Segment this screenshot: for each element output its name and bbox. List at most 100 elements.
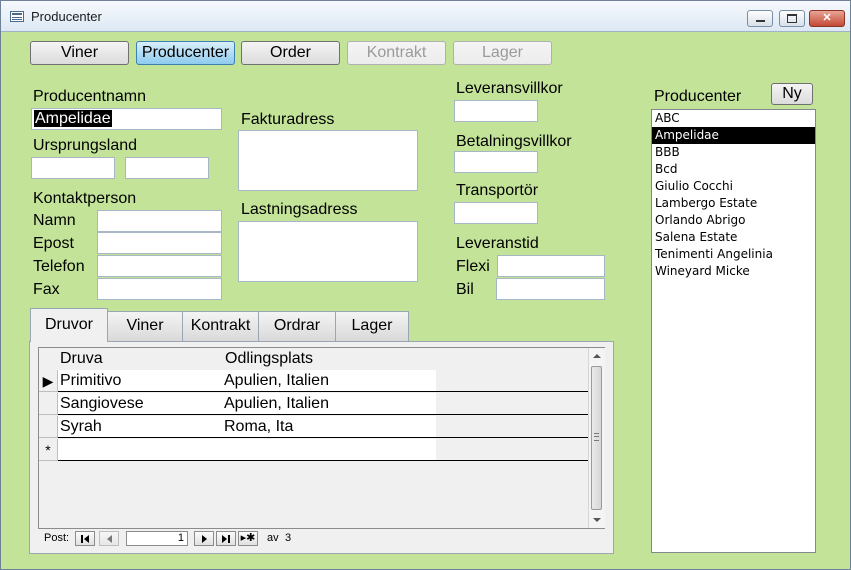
leveransvillkor-field[interactable] — [454, 100, 538, 122]
column-header-druva[interactable]: Druva — [60, 350, 103, 368]
namn-label: Namn — [33, 212, 76, 229]
viner-button[interactable]: Viner — [30, 41, 129, 65]
ursprungsland-field-2[interactable] — [125, 157, 209, 179]
first-record-button[interactable] — [75, 531, 95, 546]
table-row: Sangiovese Apulien, Italien — [39, 393, 589, 416]
tab-lager[interactable]: Lager — [335, 311, 409, 341]
namn-field[interactable] — [97, 210, 222, 232]
new-record-nav-icon: ▸✱ — [240, 532, 256, 544]
betalningsvillkor-field[interactable] — [454, 151, 538, 173]
tab-druvor[interactable]: Druvor — [30, 308, 108, 342]
list-item[interactable]: Giulio Cocchi — [652, 178, 815, 195]
odlingsplats-cell[interactable] — [222, 439, 436, 461]
telefon-field[interactable] — [97, 255, 222, 277]
flexi-field[interactable] — [497, 255, 605, 277]
telefon-label: Telefon — [33, 258, 85, 275]
new-record-icon[interactable]: * — [39, 439, 58, 461]
list-item[interactable]: Orlando Abrigo — [652, 212, 815, 229]
transportor-field[interactable] — [454, 202, 538, 224]
producenter-window: Producenter ✕ Viner Producenter Order Ko… — [0, 0, 851, 570]
odlingsplats-cell[interactable]: Apulien, Italien — [222, 393, 436, 415]
close-icon: ✕ — [822, 12, 832, 24]
list-item[interactable]: ABC — [652, 110, 815, 127]
new-record-button[interactable]: ▸✱ — [238, 531, 258, 546]
druva-cell[interactable] — [58, 439, 242, 461]
kontaktperson-label: Kontaktperson — [33, 190, 137, 207]
betalningsvillkor-label: Betalningsvillkor — [456, 133, 572, 150]
ursprungsland-field[interactable] — [31, 157, 115, 179]
producentnamn-value: Ampelidae — [34, 110, 112, 127]
record-selector[interactable] — [39, 393, 58, 415]
scroll-down-icon[interactable] — [593, 518, 601, 522]
producentnamn-label: Producentnamn — [33, 88, 146, 105]
leveranstid-label: Leveranstid — [456, 235, 539, 252]
fax-field[interactable] — [97, 278, 222, 300]
maximize-icon — [787, 13, 797, 23]
record-selector[interactable] — [39, 416, 58, 438]
of-label: av — [267, 532, 279, 544]
transportor-label: Transportör — [456, 182, 539, 199]
current-record-field[interactable]: 1 — [126, 531, 188, 546]
current-record-icon[interactable]: ▶ — [39, 370, 58, 392]
list-item[interactable]: Lambergo Estate — [652, 195, 815, 212]
previous-record-button[interactable] — [99, 531, 119, 546]
odlingsplats-cell[interactable]: Roma, Ita — [222, 416, 436, 438]
tab-viner[interactable]: Viner — [107, 311, 183, 341]
druva-cell[interactable]: Primitivo — [58, 370, 242, 392]
next-record-icon — [202, 535, 207, 543]
fakturadress-field[interactable] — [238, 130, 418, 191]
record-label: Post: — [44, 532, 70, 544]
druva-value: Syrah — [60, 418, 102, 435]
table-row: ▶ Primitivo Apulien, Italien — [39, 370, 589, 393]
grip-icon — [594, 433, 599, 441]
list-item[interactable]: BBB — [652, 144, 815, 161]
new-producer-button[interactable]: Ny — [771, 83, 813, 105]
last-record-icon — [222, 535, 227, 543]
vertical-scrollbar[interactable] — [588, 348, 605, 528]
list-item[interactable]: Tenimenti Angelinia — [652, 246, 815, 263]
producenter-button[interactable]: Producenter — [136, 41, 235, 65]
table-row: Syrah Roma, Ita — [39, 416, 589, 439]
flexi-label: Flexi — [456, 258, 490, 275]
new-record-row: * — [39, 439, 589, 462]
bil-label: Bil — [456, 281, 474, 298]
lastningsadress-field[interactable] — [238, 221, 418, 282]
bil-field[interactable] — [496, 278, 605, 300]
first-record-icon — [84, 535, 89, 543]
producer-list-label: Producenter — [654, 88, 742, 105]
record-total: 3 — [285, 532, 292, 544]
lager-button[interactable]: Lager — [453, 41, 552, 65]
scroll-up-icon[interactable] — [593, 354, 601, 358]
tab-ordrar[interactable]: Ordrar — [258, 311, 336, 341]
druva-value: Sangiovese — [60, 395, 144, 412]
fax-label: Fax — [33, 281, 60, 298]
next-record-button[interactable] — [194, 531, 214, 546]
order-button[interactable]: Order — [241, 41, 340, 65]
column-header-odlingsplats[interactable]: Odlingsplats — [225, 350, 313, 368]
list-item[interactable]: Wineyard Micke — [652, 263, 815, 280]
ursprungsland-label: Ursprungsland — [33, 137, 138, 154]
list-item[interactable]: Salena Estate — [652, 229, 815, 246]
title-bar: Producenter ✕ — [1, 1, 850, 32]
druva-cell[interactable]: Syrah — [58, 416, 242, 438]
minimize-icon — [755, 19, 765, 22]
producentnamn-field[interactable]: Ampelidae — [31, 108, 222, 130]
maximize-button[interactable] — [779, 10, 805, 27]
scroll-thumb[interactable] — [591, 366, 602, 510]
list-item-selected[interactable]: Ampelidae — [652, 127, 815, 144]
fakturadress-label: Fakturadress — [241, 111, 335, 128]
druva-value: Primitivo — [60, 372, 122, 389]
tab-kontrakt[interactable]: Kontrakt — [182, 311, 259, 341]
previous-record-icon — [107, 535, 112, 543]
epost-field[interactable] — [97, 232, 222, 254]
last-record-button[interactable] — [216, 531, 236, 546]
producer-listbox[interactable]: ABC Ampelidae BBB Bcd Giulio Cocchi Lamb… — [651, 109, 816, 553]
druva-cell[interactable]: Sangiovese — [58, 393, 242, 415]
lastningsadress-label: Lastningsadress — [241, 201, 358, 218]
window-title: Producenter — [31, 9, 102, 24]
kontrakt-button[interactable]: Kontrakt — [347, 41, 446, 65]
odlingsplats-cell[interactable]: Apulien, Italien — [222, 370, 436, 392]
list-item[interactable]: Bcd — [652, 161, 815, 178]
minimize-button[interactable] — [747, 10, 773, 27]
close-button[interactable]: ✕ — [809, 10, 845, 27]
